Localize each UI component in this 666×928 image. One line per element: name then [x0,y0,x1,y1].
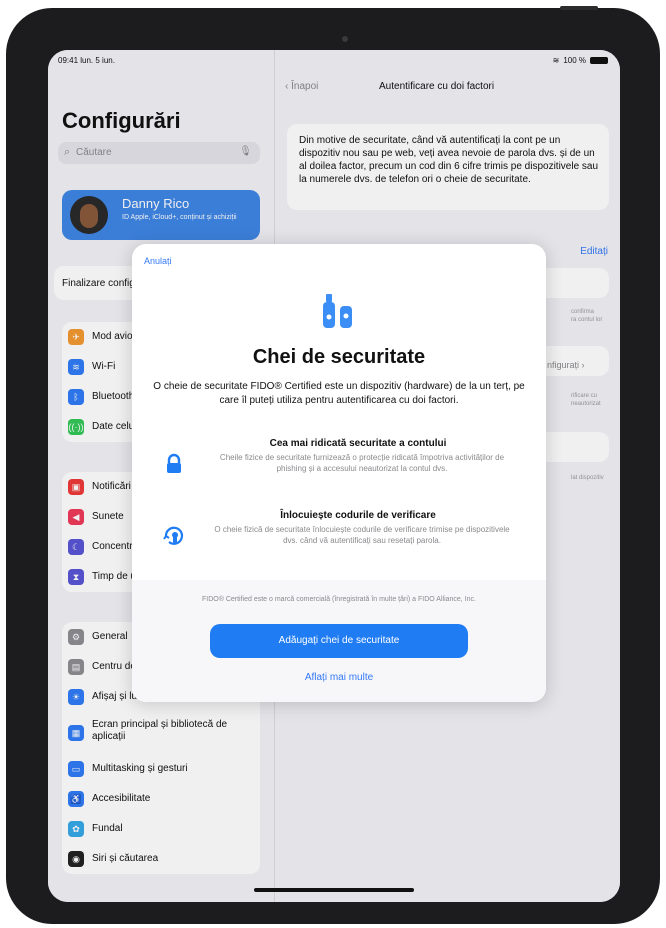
legal-note: FIDO® Certified este o marcă comercială … [202,596,476,603]
security-keys-icon [323,294,352,328]
feature-body: O cheie fizică de securitate înlocuiește… [214,525,510,545]
sheet-title: Chei de securitate [252,346,426,368]
feature-replace-codes: Înlocuiește codurile de verificare O che… [162,510,516,570]
screen: Configurări ⌕ Căutare 🎙︎ Danny Rico ID A… [48,50,620,902]
volume-button [560,6,598,10]
feature-security: Cea mai ridicată securitate a contului C… [162,438,516,498]
feature-heading: Înlocuiește codurile de verificare [280,510,436,521]
lock-icon [167,453,181,473]
front-camera [342,36,348,42]
sheet-description: O cheie de securitate FIDO® Certified es… [153,381,525,406]
cancel-button[interactable]: Anulați [144,256,172,266]
feature-heading: Cea mai ridicată securitate a contului [269,438,447,449]
learn-more-link[interactable]: Aflați mai multe [132,672,546,683]
security-keys-sheet: Anulați Chei de securitate O cheie de se… [132,244,546,702]
add-security-keys-button[interactable]: Adăugați chei de securitate [210,624,468,658]
key-replace-icon [163,526,184,545]
feature-body: Cheile fizice de securitate furnizează o… [219,453,505,473]
home-indicator[interactable] [254,888,414,892]
